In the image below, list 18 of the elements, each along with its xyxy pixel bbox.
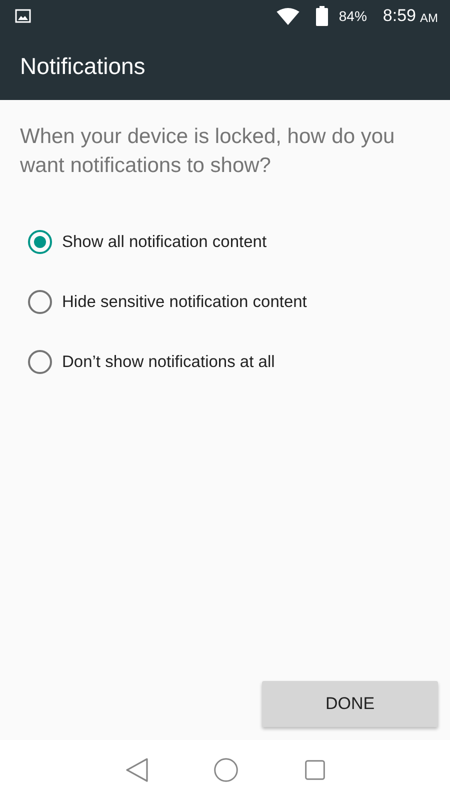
option-label[interactable]: Show all notification content — [62, 232, 267, 252]
screen-title: Notifications — [20, 52, 146, 80]
clock: 8:59 — [382, 6, 416, 26]
battery-icon — [316, 6, 328, 26]
back-icon[interactable] — [124, 757, 148, 783]
option-label[interactable]: Don’t show notifications at all — [62, 352, 275, 372]
clock-meridiem: AM — [420, 10, 438, 24]
home-icon[interactable] — [213, 757, 239, 783]
question-text: When your device is locked, how do you want notifications to show? — [20, 124, 396, 179]
picture-icon — [15, 9, 31, 23]
battery-percent: 84% — [338, 8, 367, 24]
radio-button[interactable] — [28, 350, 52, 374]
recents-icon[interactable] — [304, 759, 326, 781]
radio-button[interactable] — [28, 290, 52, 314]
option-label[interactable]: Hide sensitive notification content — [62, 292, 307, 312]
radio-button[interactable] — [28, 230, 52, 254]
wifi-icon — [276, 8, 300, 24]
done-button[interactable]: DONE — [262, 681, 438, 727]
